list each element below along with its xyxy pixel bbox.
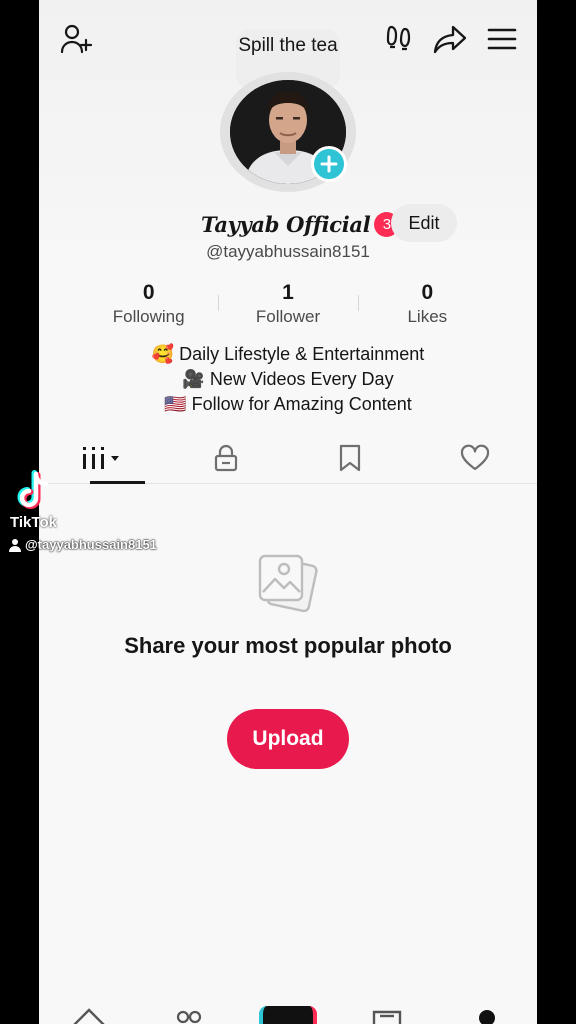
stat-value: 1 [282,281,294,304]
stat-label: Likes [407,307,448,326]
tab-saved[interactable] [288,432,413,483]
edit-button[interactable]: Edit [391,204,457,242]
display-name: Tayyab Official [201,211,371,237]
stat-following[interactable]: 0 Following [79,280,218,330]
active-tab-indicator [90,481,145,484]
watermark-username: @tayyabhussain8151 [25,537,157,552]
stat-value: 0 [142,281,155,304]
bottom-nav [39,998,537,1024]
profile-tabs [39,432,537,484]
upload-button[interactable]: Upload [227,709,349,769]
watermark-brand: TikTok [10,514,57,531]
stat-label: Follower [255,307,321,326]
bio-line: 🇺🇸 Follow for Amazing Content [164,394,412,414]
stat-followers[interactable]: 1 Follower [218,280,357,330]
inbox-icon[interactable] [372,1010,402,1024]
empty-state-title: Share your most popular photo [124,633,452,658]
tiktok-logo-icon [8,470,64,519]
profile-screen: Spill the tea Tayyab Official 3 Edit @ta… [39,0,537,1024]
stat-label: Following [112,307,185,326]
footprints-icon[interactable] [381,20,417,56]
profile-nav-icon[interactable] [479,1010,495,1024]
tab-private[interactable] [164,432,289,483]
share-icon[interactable] [431,20,469,58]
bookmark-icon [340,444,361,471]
bio-line: 🥰 Daily Lifestyle & Entertainment [151,344,425,364]
tab-liked[interactable] [413,432,538,483]
heart-icon [460,444,489,470]
add-user-icon[interactable] [57,20,95,58]
stat-likes[interactable]: 0 Likes [357,280,497,330]
name-row: Tayyab Official 3 [201,208,400,240]
menu-icon[interactable] [483,20,521,58]
home-icon[interactable] [71,1006,107,1024]
user-icon [9,538,21,552]
stats-row: 0 Following 1 Follower 0 Likes [79,280,497,330]
add-story-button[interactable] [311,146,347,182]
stat-value: 0 [421,281,434,304]
lock-icon [214,444,237,471]
bio-line: 🎥 New Videos Every Day [182,369,394,389]
bio[interactable]: 🥰 Daily Lifestyle & Entertainment 🎥 New … [39,342,537,417]
watermark-user: @tayyabhussain8151 [8,537,157,552]
videos-grid-icon [83,446,120,469]
friends-icon[interactable] [174,1008,204,1024]
username: @tayyabhussain8151 [206,242,370,261]
create-button[interactable] [259,1006,317,1024]
photo-icon [255,552,319,621]
